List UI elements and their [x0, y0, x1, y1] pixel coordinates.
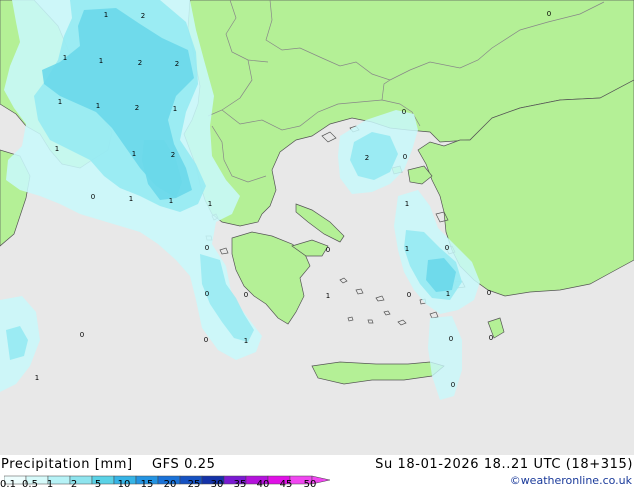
- scale-tick-label: 25: [187, 479, 201, 490]
- color-scale-ticks: 0.1 0.5 1 2 5 10 15 20 25 30 35 40 45 50: [0, 479, 340, 491]
- value-label: 0: [204, 336, 208, 344]
- scale-tick-label: 30: [210, 479, 224, 490]
- value-label: 0: [91, 193, 95, 201]
- value-label: 0: [403, 153, 407, 161]
- value-label: 1: [446, 290, 450, 298]
- scale-tick-label: 5: [94, 479, 102, 490]
- scale-tick-label: 10: [117, 479, 131, 490]
- value-label: 1: [96, 102, 100, 110]
- value-label: 1: [129, 195, 133, 203]
- valid-time: Su 18-01-2026 18..21 UTC (18+315): [375, 457, 633, 472]
- value-label: 0: [205, 244, 209, 252]
- value-label: 0: [402, 108, 406, 116]
- scale-tick-label: 45: [279, 479, 293, 490]
- value-label: 1: [55, 145, 59, 153]
- value-label: 1: [208, 200, 212, 208]
- scale-tick-label: 50: [303, 479, 317, 490]
- value-label: 0: [449, 335, 453, 343]
- map-title: Precipitation [mm]: [1, 457, 133, 472]
- scale-tick-label: 1: [46, 479, 54, 490]
- value-label: 1: [244, 337, 248, 345]
- value-label: 0: [489, 334, 493, 342]
- model-name: GFS 0.25: [152, 457, 216, 472]
- credit-link[interactable]: ©weatheronline.co.uk: [510, 474, 632, 487]
- scale-tick-label: 15: [140, 479, 154, 490]
- value-label: 1: [63, 54, 67, 62]
- value-label: 0: [205, 290, 209, 298]
- value-label: 1: [169, 197, 173, 205]
- value-label: 0: [326, 246, 330, 254]
- value-label: 2: [175, 60, 179, 68]
- value-label: 1: [104, 11, 108, 19]
- value-label: 0: [451, 381, 455, 389]
- value-label: 0: [445, 244, 449, 252]
- value-label: 1: [326, 292, 330, 300]
- scale-tick-label: 0.5: [22, 479, 38, 490]
- value-label: 2: [171, 151, 175, 159]
- value-label: 1: [58, 98, 62, 106]
- value-label: 1: [173, 105, 177, 113]
- scale-tick-label: 2: [70, 479, 78, 490]
- value-label: 0: [80, 331, 84, 339]
- value-label: 0: [547, 10, 551, 18]
- scale-tick-label: 0.1: [0, 479, 16, 490]
- value-label: 2: [135, 104, 139, 112]
- scale-tick-label: 40: [256, 479, 270, 490]
- scale-tick-label: 20: [163, 479, 177, 490]
- precipitation-map: 1 2 0 1 1 2 2 1 1 2 1 0 1 1 2 2 0 0 1 1 1 1 0 0 1 0 0 0 1 0 1 0 0 0 1 0 0 1 0: [0, 0, 634, 455]
- value-label: 1: [99, 57, 103, 65]
- value-label: 1: [405, 245, 409, 253]
- value-label: 1: [405, 200, 409, 208]
- scale-tick-label: 35: [233, 479, 247, 490]
- value-label: 0: [244, 291, 248, 299]
- value-label: 2: [365, 154, 369, 162]
- value-label: 1: [35, 374, 39, 382]
- value-label: 2: [141, 12, 145, 20]
- value-label: 2: [138, 59, 142, 67]
- value-label: 0: [487, 289, 491, 297]
- value-label: 0: [407, 291, 411, 299]
- value-label: 1: [132, 150, 136, 158]
